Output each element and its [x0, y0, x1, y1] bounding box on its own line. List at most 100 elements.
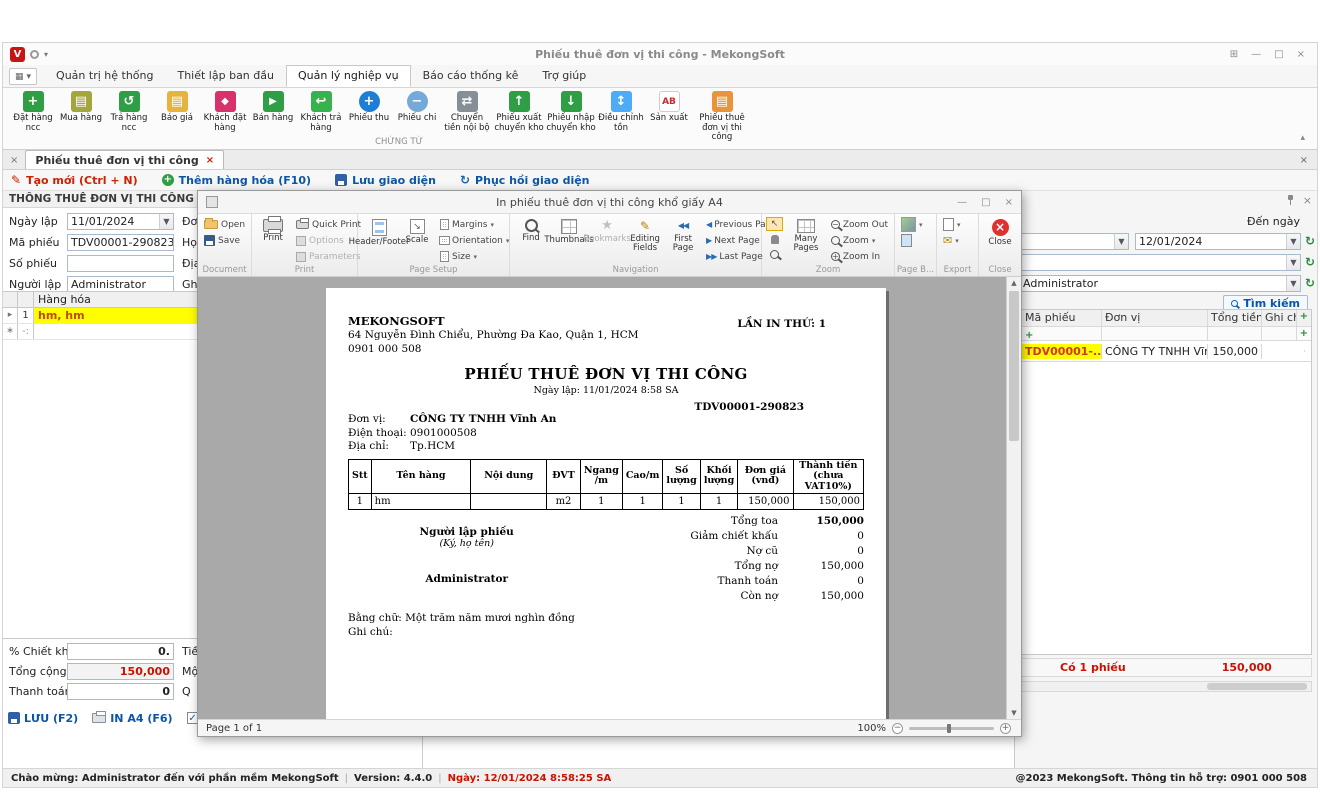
ribbon-tab-bao-cao-thong-ke[interactable]: Báo cáo thống kê [411, 65, 531, 87]
scroll-up-icon[interactable]: ▲ [1007, 279, 1021, 287]
quick-access-chevron-down-icon[interactable]: ▾ [44, 50, 48, 59]
ribbon-tab-tro-giup[interactable]: Trợ giúp [530, 65, 598, 87]
ribbon-button-khach-dat-hang[interactable]: Khách đặt hàng [201, 89, 249, 135]
don-vi-cell[interactable]: CÔNG TY TNHH Vĩnh An [1102, 344, 1208, 359]
ma-phieu-input[interactable]: TDV00001-290823 [67, 234, 174, 251]
restore-icon[interactable]: □ [1274, 49, 1283, 60]
ribbon-button-phieu-nhap-chuyen-kho[interactable]: Phiếu nhập chuyển kho [545, 89, 597, 135]
scrollbar-thumb[interactable] [1009, 291, 1019, 441]
size-button[interactable]: Size▾ [438, 249, 511, 264]
quick-access-circle-icon[interactable] [30, 50, 39, 59]
close-icon[interactable]: × [1005, 197, 1013, 208]
ribbon-tab-quan-tri-he-thong[interactable]: Quản trị hệ thống [44, 65, 165, 87]
editing-fields-button[interactable]: ✎Editing Fields [628, 217, 662, 255]
quick-print-button[interactable]: Quick Print [294, 217, 363, 232]
create-new-button[interactable]: ✎Tạo mới (Ctrl + N) [11, 173, 138, 187]
so-phieu-input[interactable] [67, 255, 174, 272]
print-a4-button[interactable]: IN A4 (F6) [92, 712, 172, 725]
chevron-down-icon[interactable]: ▼ [1286, 234, 1300, 249]
ribbon-button-chuyen-tien-noi-bo[interactable]: Chuyển tiền nội bộ [441, 89, 493, 135]
chevron-down-icon[interactable]: ▼ [159, 214, 173, 229]
zoom-out-icon[interactable]: − [892, 723, 903, 734]
zoom-slider[interactable] [909, 727, 994, 730]
ribbon-button-tra-hang-ncc[interactable]: Trả hàng ncc [105, 89, 153, 135]
preview-area[interactable]: MEKONGSOFT 64 Nguyễn Đình Chiểu, Phường … [198, 277, 1021, 719]
filter-row[interactable]: + + [1022, 327, 1311, 341]
ribbon-collapse-icon[interactable]: ▴ [1300, 133, 1305, 143]
ribbon-button-dat-hang-ncc[interactable]: Đặt hàng ncc [9, 89, 57, 135]
chevron-down-icon[interactable]: ▼ [1114, 234, 1128, 249]
refresh-icon[interactable]: ↻ [1303, 276, 1317, 290]
page-background-button[interactable]: ▾ [899, 217, 925, 232]
close-tab-right-icon[interactable]: × [1291, 155, 1317, 169]
watermark-button[interactable] [899, 233, 925, 248]
ribbon-button-phieu-thu[interactable]: Phiếu thu [345, 89, 393, 126]
app-logo[interactable]: V [10, 47, 25, 62]
many-pages-button[interactable]: Many Pages [787, 217, 825, 255]
mouse-pointer-tool[interactable]: ↖ [766, 217, 783, 231]
don-vi-column-header[interactable]: Đơn vị [1102, 310, 1208, 326]
add-column-icon[interactable]: + [1297, 310, 1311, 326]
scale-button[interactable]: Scale [400, 217, 434, 247]
ribbon-tab-thiet-lap-ban-dau[interactable]: Thiết lập ban đầu [165, 65, 286, 87]
parameters-button[interactable]: Parameters [294, 249, 363, 264]
thanh-toan-input[interactable]: 0 [67, 683, 174, 700]
from-date-dropdown[interactable]: ▼ [1019, 233, 1129, 250]
tong-tien-column-header[interactable]: Tổng tiền [1208, 310, 1262, 326]
ribbon-button-san-xuat[interactable]: Sản xuất [645, 89, 693, 126]
ribbon-button-ban-hang[interactable]: Bán hàng [249, 89, 297, 126]
save-layout-button[interactable]: Lưu giao diện [335, 174, 436, 187]
chevron-down-icon[interactable]: ▼ [1286, 255, 1300, 270]
close-icon[interactable]: × [206, 155, 214, 166]
dialog-title-bar[interactable]: In phiếu thuê đơn vị thi công khổ giấy A… [198, 191, 1021, 214]
ghi-chu-column-header[interactable]: Ghi chú [1262, 310, 1297, 326]
refresh-icon[interactable]: ↻ [1303, 255, 1317, 269]
first-page-button[interactable]: First Page [666, 217, 700, 255]
results-grid-header[interactable]: Mã phiếu Đơn vị Tổng tiền Ghi chú + [1022, 310, 1311, 327]
ma-phieu-column-header[interactable]: Mã phiếu [1022, 310, 1102, 326]
zoom-in-icon[interactable]: + [1000, 723, 1011, 734]
save-button[interactable]: Save [202, 233, 247, 248]
restore-layout-button[interactable]: ↻Phục hồi giao diện [460, 173, 590, 187]
title-bar[interactable]: V ▾ Phiếu thuê đơn vị thi công - MekongS… [3, 43, 1317, 65]
zoom-dropdown[interactable]: Zoom▾ [829, 233, 890, 248]
refresh-icon[interactable]: ↻ [1303, 234, 1317, 248]
ribbon-button-khach-tra-hang[interactable]: Khách trả hàng [297, 89, 345, 135]
ribbon-button-phieu-chi[interactable]: Phiếu chi [393, 89, 441, 126]
orientation-button[interactable]: Orientation▾ [438, 233, 511, 248]
header-footer-button[interactable]: Header/Footer [362, 217, 396, 249]
filter-plus-icon[interactable]: + [1297, 327, 1311, 340]
ghi-chu-cell[interactable] [1262, 350, 1305, 352]
bookmarks-button[interactable]: ★Bookmarks [590, 217, 624, 246]
chiet-khau-input[interactable]: 0. [67, 643, 174, 660]
ribbon-button-dieu-chinh-ton[interactable]: Điều chỉnh tồn [597, 89, 645, 135]
zoom-in-button[interactable]: Zoom In [829, 249, 890, 264]
scroll-down-icon[interactable]: ▼ [1007, 709, 1021, 717]
close-icon[interactable]: × [1303, 194, 1312, 207]
ribbon-button-bao-gia[interactable]: Báo giá [153, 89, 201, 126]
scrollbar-thumb[interactable] [1207, 683, 1307, 690]
fit-screen-icon[interactable]: ⊞ [1230, 49, 1238, 60]
vertical-scrollbar[interactable]: ▲ ▼ [1006, 277, 1021, 719]
tab-phieu-thue-don-vi-thi-cong[interactable]: Phiếu thuê đơn vị thi công × [25, 150, 224, 169]
table-row[interactable]: TDV00001-... CÔNG TY TNHH Vĩnh An 150,00… [1022, 341, 1311, 362]
close-icon[interactable]: × [1297, 49, 1305, 60]
maximize-icon[interactable]: □ [981, 197, 990, 208]
print-button[interactable]: Print [256, 217, 290, 245]
send-email-button[interactable]: ✉▾ [941, 233, 963, 248]
to-date-dropdown[interactable]: 12/01/2024 ▼ [1135, 233, 1301, 250]
user-filter-dropdown[interactable]: Administrator ▼ [1019, 275, 1301, 292]
ribbon-menu-button[interactable]: ▦▾ [9, 68, 37, 85]
ribbon-button-mua-hang[interactable]: Mua hàng [57, 89, 105, 126]
hand-tool[interactable] [766, 232, 783, 246]
minimize-icon[interactable]: — [1251, 49, 1261, 60]
close-tab-left-icon[interactable]: × [3, 155, 25, 169]
save-button[interactable]: LƯU (F2) [8, 712, 78, 725]
minimize-icon[interactable]: — [957, 197, 967, 208]
open-button[interactable]: Open [202, 217, 247, 232]
unit-filter-dropdown[interactable]: ▼ [1019, 254, 1301, 271]
margins-button[interactable]: Margins▾ [438, 217, 511, 232]
tong-tien-cell[interactable]: 150,000 [1208, 344, 1262, 359]
horizontal-scrollbar[interactable] [1021, 681, 1312, 692]
filter-plus-icon[interactable]: + [1025, 330, 1033, 340]
